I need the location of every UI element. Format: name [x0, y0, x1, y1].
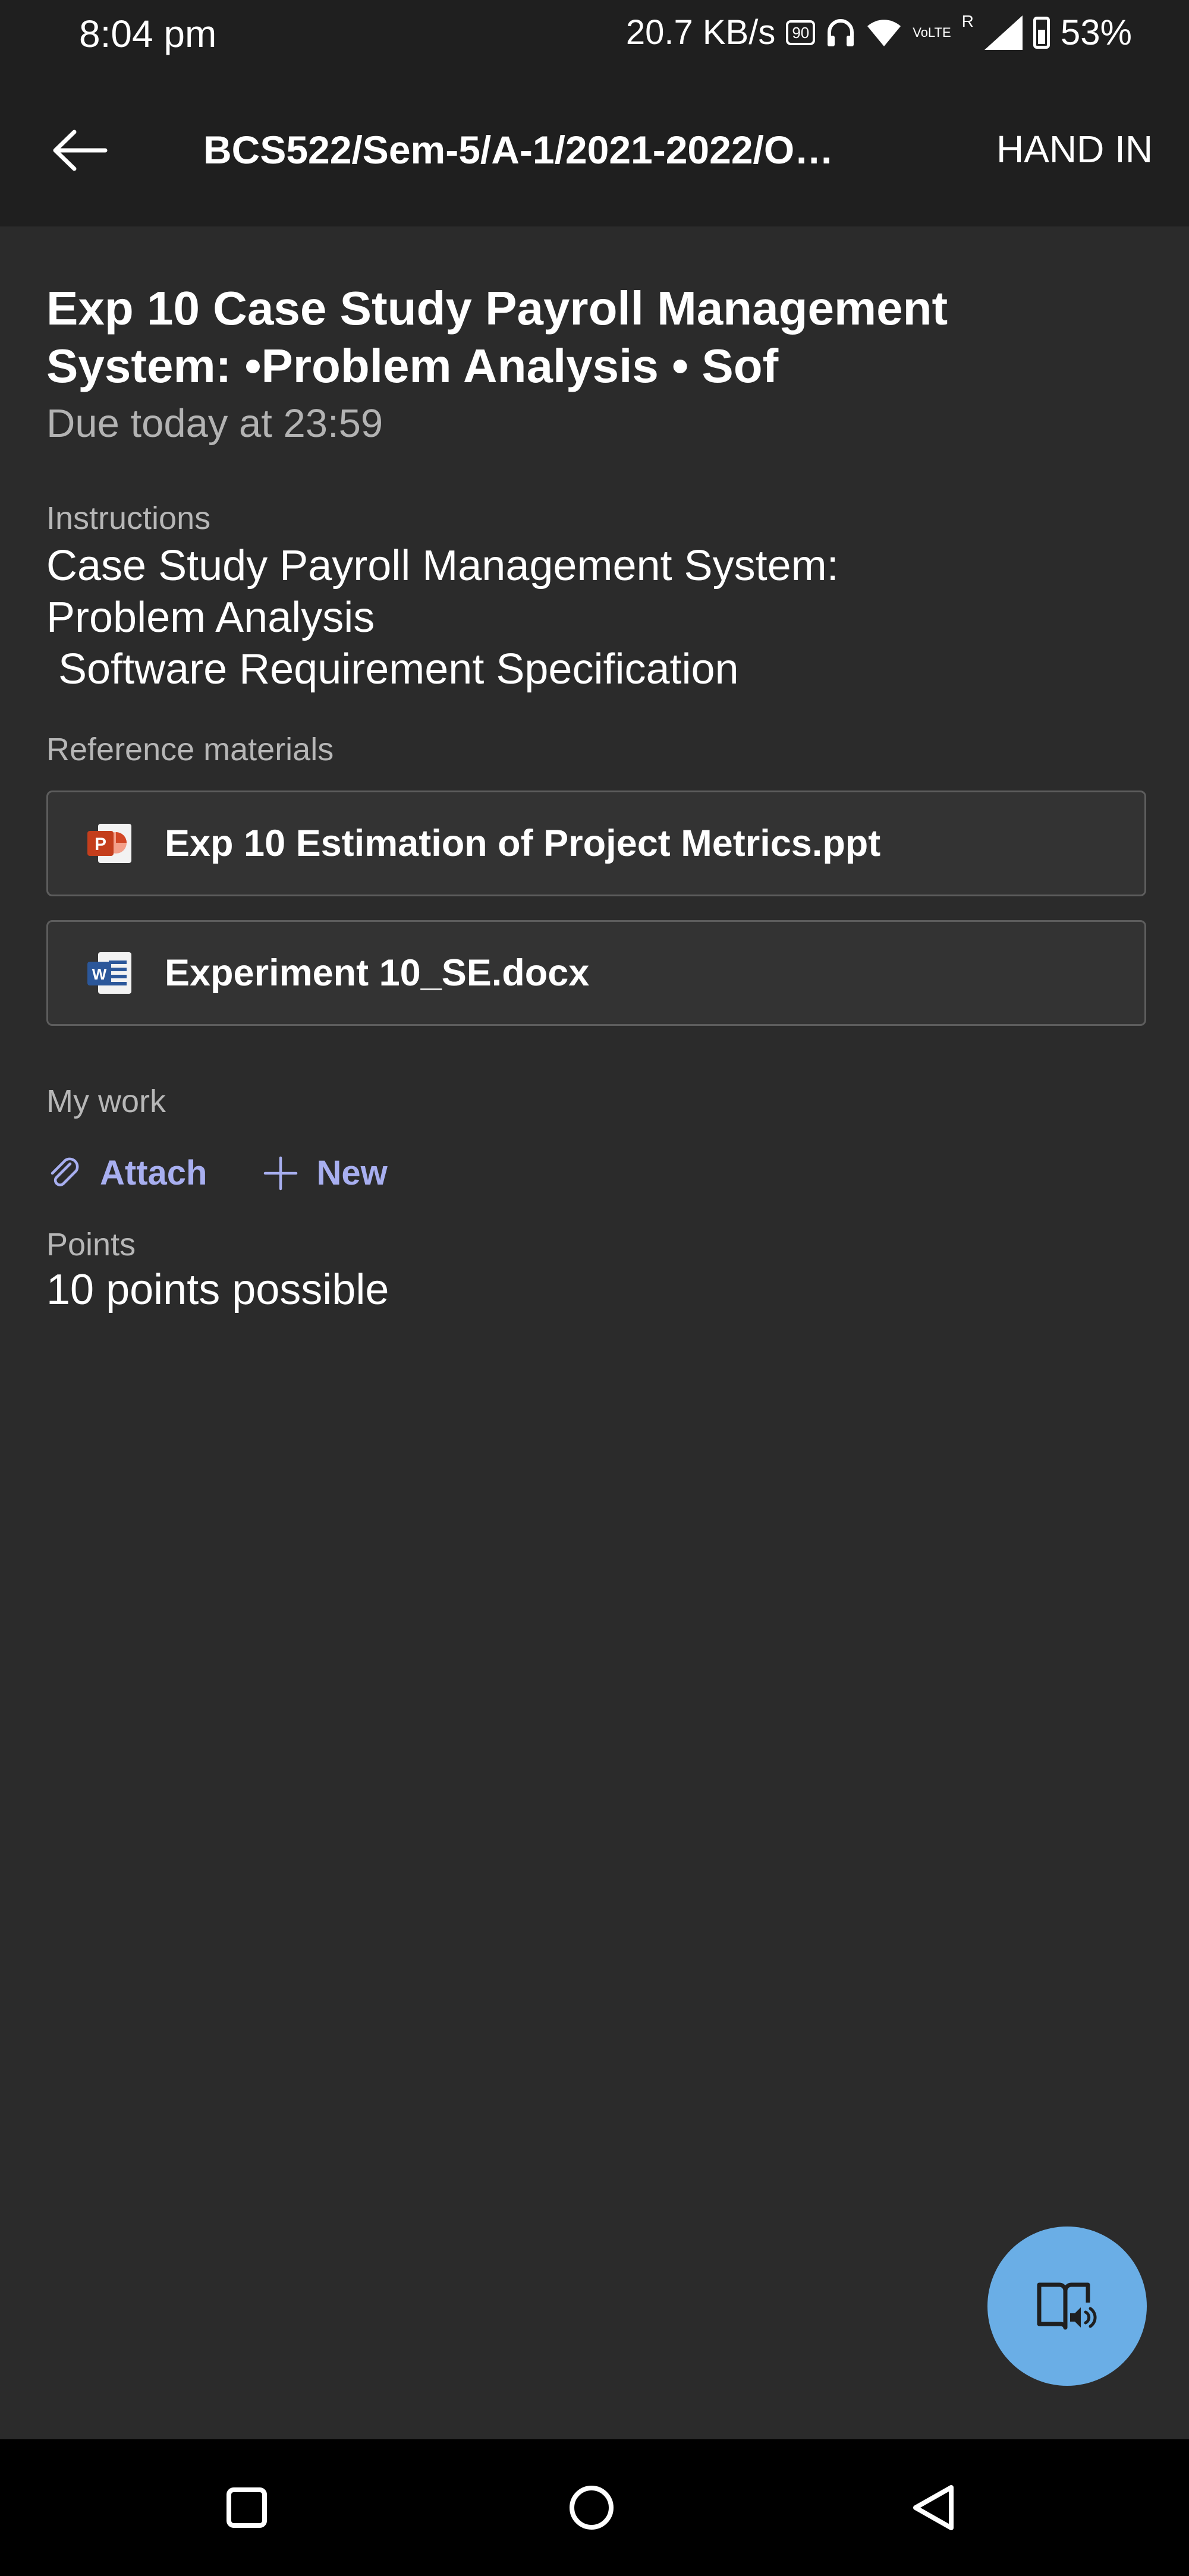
circle-icon — [570, 2486, 614, 2530]
word-icon: W — [85, 949, 134, 997]
triangle-back-icon — [913, 2485, 954, 2530]
class-title: BCS522/Sem-5/A-1/2021-2022/O… — [203, 128, 834, 172]
refresh-rate-icon: 90 — [786, 20, 816, 45]
status-icons: 20.7 KB/s 90 VoLTE R 53% — [626, 12, 1132, 53]
home-button[interactable] — [565, 2481, 618, 2534]
back-nav-button[interactable] — [907, 2481, 960, 2534]
file-name: Exp 10 Estimation of Project Metrics.ppt — [165, 823, 881, 864]
reference-file-docx[interactable]: W Experiment 10_SE.docx — [46, 920, 1146, 1026]
paperclip-icon — [46, 1155, 82, 1191]
volte-icon: VoLTE — [913, 24, 951, 40]
instructions-line: Software Requirement Specification — [46, 645, 739, 693]
due-date: Due today at 23:59 — [46, 401, 383, 446]
assignment-title: Exp 10 Case Study Payroll Management Sys… — [46, 282, 948, 392]
my-work-label: My work — [46, 1084, 166, 1119]
instructions-label: Instructions — [46, 500, 211, 536]
attach-button[interactable]: Attach — [46, 1153, 207, 1193]
new-button[interactable]: New — [263, 1153, 388, 1193]
attach-label: Attach — [100, 1154, 207, 1192]
hand-in-button[interactable]: HAND IN — [996, 127, 1153, 171]
status-bar: 8:04 pm 20.7 KB/s 90 VoLTE R 53% — [0, 0, 1189, 76]
points-label: Points — [46, 1227, 136, 1262]
roaming-indicator: R — [961, 12, 974, 30]
powerpoint-icon: P — [85, 819, 134, 868]
headphones-icon — [826, 17, 855, 49]
status-time: 8:04 pm — [79, 12, 217, 55]
arrow-left-icon — [53, 130, 108, 171]
my-work-actions: Attach New — [46, 1153, 1146, 1193]
assignment-details: Exp 10 Case Study Payroll Management Sys… — [46, 279, 1146, 1314]
back-button[interactable] — [48, 118, 113, 183]
network-speed: 20.7 KB/s — [625, 13, 776, 52]
svg-text:W: W — [92, 965, 107, 983]
immersive-reader-button[interactable] — [987, 2227, 1147, 2386]
instructions-line: Case Study Payroll Management System: — [46, 542, 839, 590]
instructions-line: Problem Analysis — [46, 594, 375, 641]
wifi-icon — [866, 18, 902, 48]
immersive-reader-icon — [1037, 2282, 1097, 2330]
svg-text:P: P — [95, 834, 106, 854]
reference-file-ppt[interactable]: P Exp 10 Estimation of Project Metrics.p… — [46, 791, 1146, 896]
reference-materials-label: Reference materials — [46, 732, 334, 767]
new-label: New — [316, 1154, 388, 1192]
square-icon — [227, 2487, 267, 2528]
points-value: 10 points possible — [46, 1266, 389, 1314]
plus-icon — [263, 1155, 298, 1191]
app-bar: BCS522/Sem-5/A-1/2021-2022/O… HAND IN — [0, 76, 1189, 226]
recents-button[interactable] — [220, 2481, 273, 2534]
system-nav-bar — [0, 2439, 1189, 2576]
signal-icon — [984, 15, 1023, 50]
file-name: Experiment 10_SE.docx — [165, 952, 590, 994]
battery-percent: 53% — [1060, 12, 1132, 52]
instructions-text: Case Study Payroll Management System: Pr… — [46, 540, 1146, 695]
battery-icon — [1033, 16, 1050, 49]
